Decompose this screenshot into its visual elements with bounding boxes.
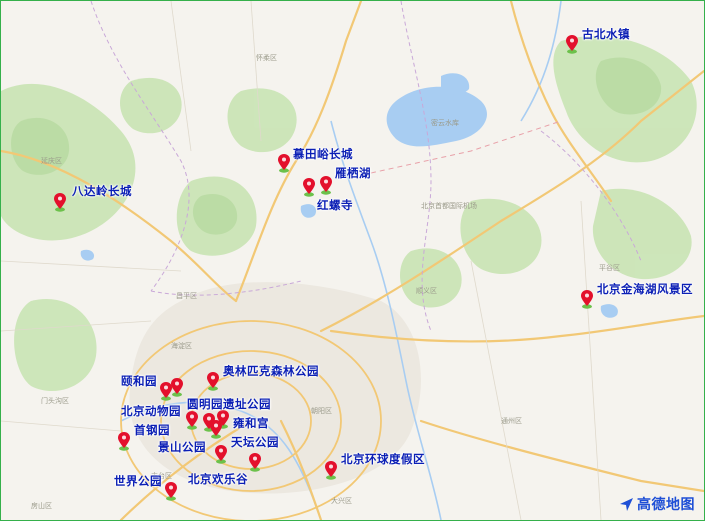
map-pin-happyvalley[interactable] — [248, 452, 262, 472]
district-label-chaoyang: 朝阳区 — [311, 407, 332, 415]
map-pin-shougang[interactable] — [117, 431, 131, 451]
poi-label-yiheyuan[interactable]: 颐和园 — [121, 373, 157, 389]
district-label-pinggu: 平谷区 — [599, 264, 620, 272]
poi-label-universal[interactable]: 北京环球度假区 — [341, 451, 425, 467]
map-pin-olympic[interactable] — [206, 371, 220, 391]
district-label-changping: 昌平区 — [176, 292, 197, 300]
map-pin-universal[interactable] — [324, 460, 338, 480]
poi-label-jinhai[interactable]: 北京金海湖风景区 — [597, 281, 693, 297]
poi-label-zoo[interactable]: 北京动物园 — [121, 403, 181, 419]
map-pin-tiantan[interactable] — [214, 444, 228, 464]
district-label-yanqing: 延庆区 — [41, 157, 62, 165]
poi-label-gubei[interactable]: 古北水镇 — [582, 26, 630, 42]
district-label-mentougou: 门头沟区 — [41, 397, 69, 405]
map-base-layer — [1, 1, 704, 520]
map-pin-mutianyu[interactable] — [277, 153, 291, 173]
map-pin-yuanmingyuan[interactable] — [170, 377, 184, 397]
poi-label-yanqi[interactable]: 雁栖湖 — [335, 165, 371, 181]
district-label-daxing: 大兴区 — [331, 497, 352, 505]
poi-label-olympic[interactable]: 奥林匹克森林公园 — [223, 363, 319, 379]
poi-label-jingshan[interactable]: 景山公园 — [158, 439, 206, 455]
navigation-arrow-icon — [620, 497, 633, 511]
district-label-shunyi: 顺义区 — [416, 287, 437, 295]
amap-logo-text: 高德地图 — [637, 497, 695, 513]
map-canvas[interactable]: 怀柔区 密云水库 延庆区 昌平区 顺义区 平谷区 北京首都国际机场 通州区 朝阳… — [0, 0, 705, 521]
district-label-huairou: 怀柔区 — [256, 54, 277, 62]
map-pin-gubei[interactable] — [565, 34, 579, 54]
district-label-haidian: 海淀区 — [171, 342, 192, 350]
map-pin-badaling[interactable] — [53, 192, 67, 212]
map-pin-yanqi[interactable] — [319, 175, 333, 195]
map-pin-zoo[interactable] — [185, 410, 199, 430]
map-pin-hongluo[interactable] — [302, 177, 316, 197]
district-label-tongzhou: 通州区 — [501, 417, 522, 425]
poi-label-happyvalley[interactable]: 北京欢乐谷 — [188, 471, 248, 487]
poi-label-badaling[interactable]: 八达岭长城 — [72, 183, 132, 199]
poi-label-worldpark[interactable]: 世界公园 — [114, 473, 162, 489]
district-label-fangshan: 房山区 — [31, 502, 52, 510]
poi-label-tiantan[interactable]: 天坛公园 — [231, 434, 279, 450]
poi-label-shougang[interactable]: 首钢园 — [134, 422, 170, 438]
poi-label-yonghe[interactable]: 雍和宫 — [233, 415, 269, 431]
poi-label-yuanmingyuan[interactable]: 圆明园遗址公园 — [187, 396, 271, 412]
map-pin-jinhai[interactable] — [580, 289, 594, 309]
poi-label-hongluo[interactable]: 红螺寺 — [317, 197, 353, 213]
map-pin-jingshan-b[interactable] — [209, 419, 223, 439]
amap-logo: 高德地图 — [619, 494, 695, 514]
reservoir-label-miyun: 密云水库 — [431, 119, 459, 127]
airport-label: 北京首都国际机场 — [421, 202, 477, 210]
map-pin-worldpark[interactable] — [164, 481, 178, 501]
poi-label-mutianyu[interactable]: 慕田峪长城 — [293, 146, 353, 162]
